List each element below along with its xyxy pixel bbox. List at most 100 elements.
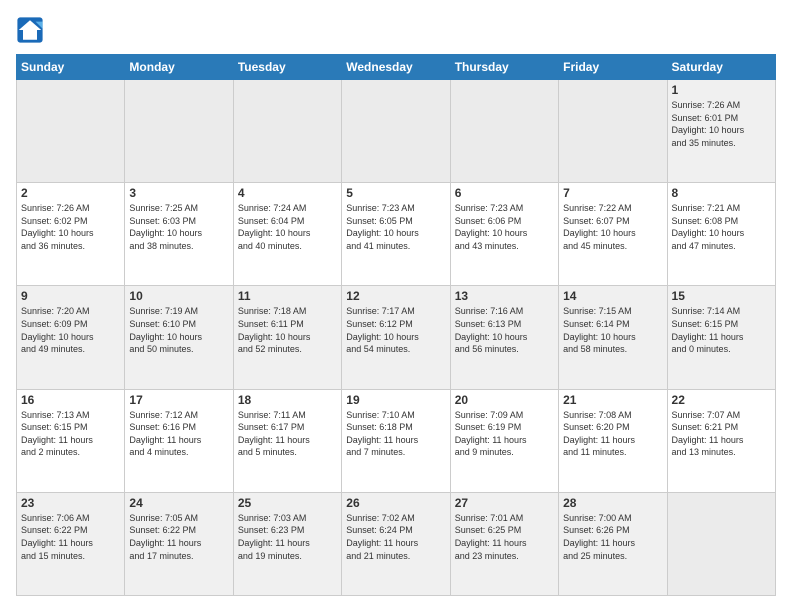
day-number: 26 — [346, 496, 445, 510]
day-info: Sunrise: 7:26 AM Sunset: 6:02 PM Dayligh… — [21, 202, 120, 252]
calendar-cell — [233, 80, 341, 183]
day-info: Sunrise: 7:17 AM Sunset: 6:12 PM Dayligh… — [346, 305, 445, 355]
calendar-cell: 26 Sunrise: 7:02 AM Sunset: 6:24 PM Dayli… — [342, 492, 450, 595]
calendar-week-2: 9 Sunrise: 7:20 AM Sunset: 6:09 PM Daylig… — [17, 286, 776, 389]
day-info: Sunrise: 7:18 AM Sunset: 6:11 PM Dayligh… — [238, 305, 337, 355]
day-info: Sunrise: 7:03 AM Sunset: 6:23 PM Dayligh… — [238, 512, 337, 562]
day-info: Sunrise: 7:23 AM Sunset: 6:06 PM Dayligh… — [455, 202, 554, 252]
calendar-cell: 16 Sunrise: 7:13 AM Sunset: 6:15 PM Dayli… — [17, 389, 125, 492]
calendar-cell: 13 Sunrise: 7:16 AM Sunset: 6:13 PM Dayli… — [450, 286, 558, 389]
day-info: Sunrise: 7:08 AM Sunset: 6:20 PM Dayligh… — [563, 409, 662, 459]
calendar-week-0: 1 Sunrise: 7:26 AM Sunset: 6:01 PM Daylig… — [17, 80, 776, 183]
day-number: 3 — [129, 186, 228, 200]
calendar-cell: 23Sunrise: 7:06 AM Sunset: 6:22 PM Dayli… — [17, 492, 125, 595]
day-number: 10 — [129, 289, 228, 303]
day-number: 12 — [346, 289, 445, 303]
day-number: 25 — [238, 496, 337, 510]
day-number: 17 — [129, 393, 228, 407]
weekday-header-wednesday: Wednesday — [342, 55, 450, 80]
day-info: Sunrise: 7:13 AM Sunset: 6:15 PM Dayligh… — [21, 409, 120, 459]
calendar-cell: 4 Sunrise: 7:24 AM Sunset: 6:04 PM Daylig… — [233, 183, 341, 286]
calendar-cell: 5Sunrise: 7:23 AM Sunset: 6:05 PM Daylig… — [342, 183, 450, 286]
day-number: 8 — [672, 186, 771, 200]
day-number: 13 — [455, 289, 554, 303]
day-number: 18 — [238, 393, 337, 407]
calendar-cell: 28 Sunrise: 7:00 AM Sunset: 6:26 PM Dayli… — [559, 492, 667, 595]
day-info: Sunrise: 7:07 AM Sunset: 6:21 PM Dayligh… — [672, 409, 771, 459]
weekday-header-monday: Monday — [125, 55, 233, 80]
day-info: Sunrise: 7:19 AM Sunset: 6:10 PM Dayligh… — [129, 305, 228, 355]
calendar-cell: 19Sunrise: 7:10 AM Sunset: 6:18 PM Dayli… — [342, 389, 450, 492]
calendar-cell — [559, 80, 667, 183]
day-info: Sunrise: 7:16 AM Sunset: 6:13 PM Dayligh… — [455, 305, 554, 355]
calendar-cell — [342, 80, 450, 183]
day-number: 1 — [672, 83, 771, 97]
calendar-cell: 27 Sunrise: 7:01 AM Sunset: 6:25 PM Dayli… — [450, 492, 558, 595]
day-info: Sunrise: 7:05 AM Sunset: 6:22 PM Dayligh… — [129, 512, 228, 562]
day-info: Sunrise: 7:00 AM Sunset: 6:26 PM Dayligh… — [563, 512, 662, 562]
calendar-cell: 10 Sunrise: 7:19 AM Sunset: 6:10 PM Dayli… — [125, 286, 233, 389]
day-number: 19 — [346, 393, 445, 407]
calendar-cell: 17 Sunrise: 7:12 AM Sunset: 6:16 PM Dayli… — [125, 389, 233, 492]
calendar-cell: 1 Sunrise: 7:26 AM Sunset: 6:01 PM Daylig… — [667, 80, 775, 183]
calendar-cell — [17, 80, 125, 183]
calendar-cell: 24 Sunrise: 7:05 AM Sunset: 6:22 PM Dayli… — [125, 492, 233, 595]
day-number: 24 — [129, 496, 228, 510]
calendar-cell — [667, 492, 775, 595]
day-number: 2 — [21, 186, 120, 200]
page: SundayMondayTuesdayWednesdayThursdayFrid… — [0, 0, 792, 612]
day-number: 6 — [455, 186, 554, 200]
day-number: 21 — [563, 393, 662, 407]
weekday-header-saturday: Saturday — [667, 55, 775, 80]
day-number: 11 — [238, 289, 337, 303]
weekday-header-thursday: Thursday — [450, 55, 558, 80]
weekday-header-tuesday: Tuesday — [233, 55, 341, 80]
calendar-cell: 21 Sunrise: 7:08 AM Sunset: 6:20 PM Dayli… — [559, 389, 667, 492]
day-info: Sunrise: 7:12 AM Sunset: 6:16 PM Dayligh… — [129, 409, 228, 459]
calendar-cell: 3 Sunrise: 7:25 AM Sunset: 6:03 PM Daylig… — [125, 183, 233, 286]
day-info: Sunrise: 7:02 AM Sunset: 6:24 PM Dayligh… — [346, 512, 445, 562]
calendar-cell: 8Sunrise: 7:21 AM Sunset: 6:08 PM Daylig… — [667, 183, 775, 286]
calendar-cell: 6 Sunrise: 7:23 AM Sunset: 6:06 PM Daylig… — [450, 183, 558, 286]
day-info: Sunrise: 7:20 AM Sunset: 6:09 PM Dayligh… — [21, 305, 120, 355]
calendar-week-3: 16 Sunrise: 7:13 AM Sunset: 6:15 PM Dayli… — [17, 389, 776, 492]
day-info: Sunrise: 7:11 AM Sunset: 6:17 PM Dayligh… — [238, 409, 337, 459]
day-info: Sunrise: 7:15 AM Sunset: 6:14 PM Dayligh… — [563, 305, 662, 355]
day-number: 28 — [563, 496, 662, 510]
calendar-cell: 18 Sunrise: 7:11 AM Sunset: 6:17 PM Dayli… — [233, 389, 341, 492]
header — [16, 16, 776, 44]
calendar-cell — [450, 80, 558, 183]
day-info: Sunrise: 7:09 AM Sunset: 6:19 PM Dayligh… — [455, 409, 554, 459]
day-number: 9 — [21, 289, 120, 303]
logo-icon — [16, 16, 44, 44]
day-info: Sunrise: 7:06 AM Sunset: 6:22 PM Dayligh… — [21, 512, 120, 562]
day-info: Sunrise: 7:14 AM Sunset: 6:15 PM Dayligh… — [672, 305, 771, 355]
calendar-cell: 14 Sunrise: 7:15 AM Sunset: 6:14 PM Dayli… — [559, 286, 667, 389]
calendar-week-1: 2 Sunrise: 7:26 AM Sunset: 6:02 PM Daylig… — [17, 183, 776, 286]
day-number: 27 — [455, 496, 554, 510]
calendar-cell — [125, 80, 233, 183]
calendar-cell: 9 Sunrise: 7:20 AM Sunset: 6:09 PM Daylig… — [17, 286, 125, 389]
calendar-cell: 22Sunrise: 7:07 AM Sunset: 6:21 PM Dayli… — [667, 389, 775, 492]
calendar-cell: 2 Sunrise: 7:26 AM Sunset: 6:02 PM Daylig… — [17, 183, 125, 286]
calendar-cell: 11 Sunrise: 7:18 AM Sunset: 6:11 PM Dayli… — [233, 286, 341, 389]
calendar-cell: 25 Sunrise: 7:03 AM Sunset: 6:23 PM Dayli… — [233, 492, 341, 595]
day-number: 16 — [21, 393, 120, 407]
day-info: Sunrise: 7:01 AM Sunset: 6:25 PM Dayligh… — [455, 512, 554, 562]
day-number: 7 — [563, 186, 662, 200]
day-number: 20 — [455, 393, 554, 407]
day-info: Sunrise: 7:26 AM Sunset: 6:01 PM Dayligh… — [672, 99, 771, 149]
calendar-cell: 15 Sunrise: 7:14 AM Sunset: 6:15 PM Dayli… — [667, 286, 775, 389]
logo — [16, 16, 48, 44]
weekday-header-sunday: Sunday — [17, 55, 125, 80]
weekday-header-friday: Friday — [559, 55, 667, 80]
day-number: 15 — [672, 289, 771, 303]
day-number: 14 — [563, 289, 662, 303]
day-number: 4 — [238, 186, 337, 200]
calendar-cell: 7 Sunrise: 7:22 AM Sunset: 6:07 PM Daylig… — [559, 183, 667, 286]
weekday-header-row: SundayMondayTuesdayWednesdayThursdayFrid… — [17, 55, 776, 80]
day-info: Sunrise: 7:23 AM Sunset: 6:05 PM Dayligh… — [346, 202, 445, 252]
day-info: Sunrise: 7:24 AM Sunset: 6:04 PM Dayligh… — [238, 202, 337, 252]
day-info: Sunrise: 7:25 AM Sunset: 6:03 PM Dayligh… — [129, 202, 228, 252]
day-info: Sunrise: 7:22 AM Sunset: 6:07 PM Dayligh… — [563, 202, 662, 252]
